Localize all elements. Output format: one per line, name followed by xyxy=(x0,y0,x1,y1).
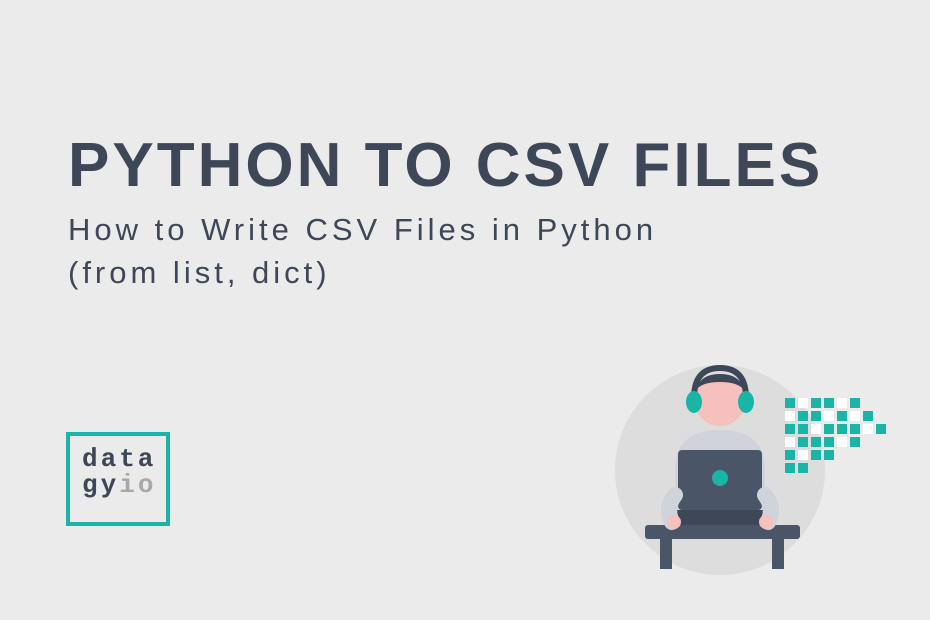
page-title: PYTHON TO CSV FILES xyxy=(68,130,823,201)
logo-text-line1: data xyxy=(82,446,154,472)
headphones-left-icon xyxy=(686,391,702,413)
page-subtitle: How to Write CSV Files in Python (from l… xyxy=(68,208,657,295)
headphones-right-icon xyxy=(738,391,754,413)
hand-left-icon xyxy=(667,515,681,529)
laptop-base-icon xyxy=(670,510,770,525)
brand-logo: data gyio xyxy=(66,432,170,526)
hand-right-icon xyxy=(759,515,773,529)
laptop-logo-icon xyxy=(712,470,728,486)
subtitle-line-1: How to Write CSV Files in Python xyxy=(68,212,657,247)
subtitle-line-2: (from list, dict) xyxy=(68,255,331,290)
person-laptop-illustration xyxy=(600,340,890,580)
logo-io: io xyxy=(119,470,156,500)
logo-gy: gy xyxy=(82,470,119,500)
logo-text-line2: gyio xyxy=(82,472,154,498)
